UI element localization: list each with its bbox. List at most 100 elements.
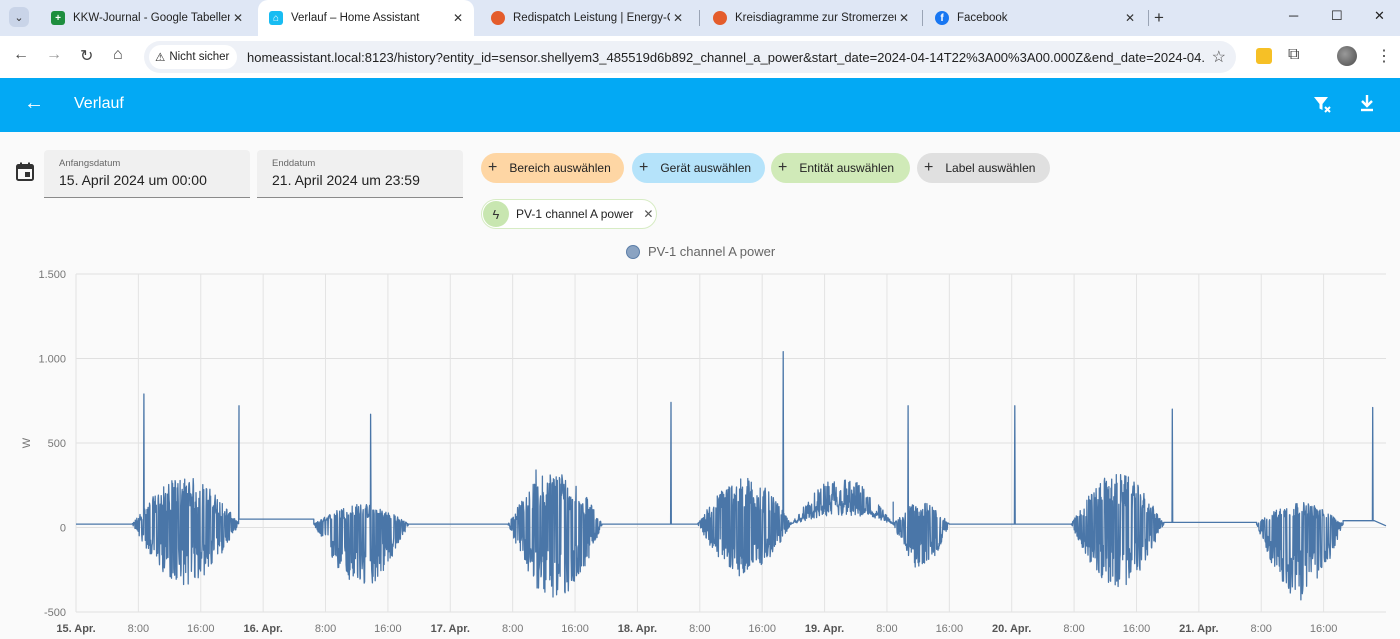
- security-chip[interactable]: ⚠ Nicht sicher: [149, 45, 238, 69]
- tab-title: Redispatch Leistung | Energy-Charts: [513, 12, 670, 24]
- chip-label: Gerät auswählen: [660, 161, 752, 175]
- maximize-icon[interactable]: ☐: [1331, 8, 1343, 24]
- x-tick-label: 8:00: [128, 623, 149, 635]
- select-area-button[interactable]: + Bereich auswählen: [481, 153, 624, 183]
- tab-title: KKW-Journal - Google Tabellen: [73, 12, 230, 24]
- x-tick-label: 20. Apr.: [992, 623, 1031, 635]
- tab-title: Facebook: [957, 12, 1008, 24]
- chart-legend[interactable]: PV-1 channel A power: [626, 244, 775, 259]
- x-tick-label: 16:00: [936, 623, 964, 635]
- close-icon[interactable]: ✕: [230, 11, 246, 25]
- back-arrow-icon[interactable]: ←: [13, 46, 29, 64]
- warning-icon: ⚠: [155, 52, 166, 64]
- page-title: Verlauf: [74, 95, 124, 112]
- end-date-value: 21. April 2024 um 23:59: [272, 172, 420, 188]
- close-icon[interactable]: ✕: [670, 11, 686, 25]
- x-tick-label: 15. Apr.: [56, 623, 95, 635]
- legend-label: PV-1 channel A power: [648, 244, 776, 259]
- start-date-field[interactable]: Anfangsdatum 15. April 2024 um 00:00: [44, 150, 250, 198]
- facebook-icon: f: [935, 11, 949, 25]
- extensions-puzzle-icon[interactable]: ⧉: [1288, 46, 1299, 64]
- y-tick-label: 500: [48, 438, 66, 450]
- tab-separator: [1148, 10, 1149, 26]
- sheets-icon: +: [51, 11, 65, 25]
- close-icon[interactable]: ✕: [1122, 11, 1138, 25]
- tab-title: Verlauf – Home Assistant: [291, 12, 420, 24]
- x-tick-label: 18. Apr.: [618, 623, 657, 635]
- x-tick-label: 17. Apr.: [431, 623, 470, 635]
- browser-tab-redispatch[interactable]: Redispatch Leistung | Energy-Charts ✕: [480, 0, 694, 36]
- selected-entity-chip[interactable]: ϟ PV-1 channel A power ✕: [481, 199, 657, 229]
- x-tick-label: 8:00: [315, 623, 336, 635]
- x-tick-label: 16:00: [561, 623, 589, 635]
- browser-toolbar: ← → ↻ ⌂ ⚠ Nicht sicher homeassistant.loc…: [0, 36, 1400, 78]
- end-date-field[interactable]: Enddatum 21. April 2024 um 23:59: [257, 150, 463, 198]
- filter-remove-icon[interactable]: [1312, 94, 1332, 119]
- x-tick-label: 8:00: [1063, 623, 1084, 635]
- x-tick-label: 16:00: [1310, 623, 1338, 635]
- bookmark-star-icon[interactable]: ☆: [1212, 47, 1226, 67]
- window-close-icon[interactable]: ✕: [1374, 8, 1385, 24]
- security-label: Nicht sicher: [169, 51, 230, 63]
- select-device-button[interactable]: + Gerät auswählen: [632, 153, 765, 183]
- new-tab-icon[interactable]: +: [1154, 8, 1164, 28]
- history-chart[interactable]: -500 0 500 1.000 1.500 W 15. Apr. 8:00 16:00 16. …: [0, 262, 1400, 639]
- end-date-label: Enddatum: [272, 158, 316, 169]
- minimize-icon[interactable]: ─: [1289, 8, 1298, 23]
- x-tick-label: 8:00: [689, 623, 710, 635]
- profile-avatar[interactable]: [1337, 46, 1357, 66]
- x-tick-label: 8:00: [876, 623, 897, 635]
- chip-label: Entität auswählen: [799, 161, 895, 175]
- legend-marker: [626, 244, 640, 259]
- x-tick-label: 16:00: [374, 623, 402, 635]
- plus-icon: +: [924, 159, 934, 176]
- flash-icon: ϟ: [483, 201, 509, 227]
- plus-icon: +: [488, 159, 498, 176]
- x-tick-label: 16. Apr.: [243, 623, 282, 635]
- tab-separator: [922, 10, 923, 26]
- x-tick-label: 16:00: [748, 623, 776, 635]
- series-line-pv1-channel-a-power: [76, 351, 1387, 601]
- url-text[interactable]: homeassistant.local:8123/history?entity_…: [247, 50, 1205, 65]
- select-label-button[interactable]: + Label auswählen: [917, 153, 1050, 183]
- select-entity-button[interactable]: + Entität auswählen: [771, 153, 910, 183]
- app-header: ← Verlauf: [0, 78, 1400, 132]
- browser-menu-icon[interactable]: ⋮: [1376, 46, 1392, 66]
- home-assistant-icon: ⌂: [269, 11, 283, 25]
- tab-separator: [699, 10, 700, 26]
- reload-icon[interactable]: ↻: [80, 46, 93, 66]
- forward-arrow-icon[interactable]: →: [46, 46, 62, 64]
- browser-tab-kreisdiagramme[interactable]: Kreisdiagramme zur Stromerzeugung ✕: [702, 0, 920, 36]
- back-arrow-icon[interactable]: ←: [24, 92, 44, 115]
- y-tick-label: 1.000: [38, 354, 66, 366]
- chip-label: Label auswählen: [945, 161, 1036, 175]
- energy-charts-icon: [713, 11, 727, 25]
- browser-tabstrip: ⌄ + KKW-Journal - Google Tabellen ✕ ⌂ Ve…: [0, 0, 1400, 36]
- energy-charts-icon: [491, 11, 505, 25]
- chip-label: Bereich auswählen: [509, 161, 611, 175]
- browser-tab-home-assistant[interactable]: ⌂ Verlauf – Home Assistant ✕: [258, 0, 474, 36]
- close-icon[interactable]: ✕: [450, 11, 466, 25]
- extension-icon[interactable]: [1256, 48, 1272, 64]
- x-tick-label: 21. Apr.: [1179, 623, 1218, 635]
- x-tick-label: 8:00: [1251, 623, 1272, 635]
- browser-tab-facebook[interactable]: f Facebook ✕: [924, 0, 1146, 36]
- start-date-value: 15. April 2024 um 00:00: [59, 172, 207, 188]
- selected-entity-label: PV-1 channel A power: [516, 207, 634, 221]
- address-bar[interactable]: ⚠ Nicht sicher homeassistant.local:8123/…: [144, 41, 1236, 73]
- calendar-icon[interactable]: [16, 162, 34, 181]
- x-tick-label: 16:00: [1123, 623, 1151, 635]
- browser-tab-sheets[interactable]: + KKW-Journal - Google Tabellen ✕: [40, 0, 254, 36]
- y-axis-label: W: [21, 437, 33, 448]
- y-tick-label: -500: [44, 607, 66, 619]
- close-icon[interactable]: ✕: [896, 11, 912, 25]
- x-tick-label: 16:00: [187, 623, 215, 635]
- home-icon[interactable]: ⌂: [113, 46, 123, 64]
- y-tick-label: 1.500: [38, 269, 66, 281]
- plus-icon: +: [778, 159, 788, 176]
- plus-icon: +: [639, 159, 649, 176]
- tab-search-icon[interactable]: ⌄: [9, 7, 29, 27]
- download-icon[interactable]: [1358, 93, 1376, 118]
- x-tick-label: 19. Apr.: [805, 623, 844, 635]
- remove-entity-icon[interactable]: ✕: [643, 207, 653, 221]
